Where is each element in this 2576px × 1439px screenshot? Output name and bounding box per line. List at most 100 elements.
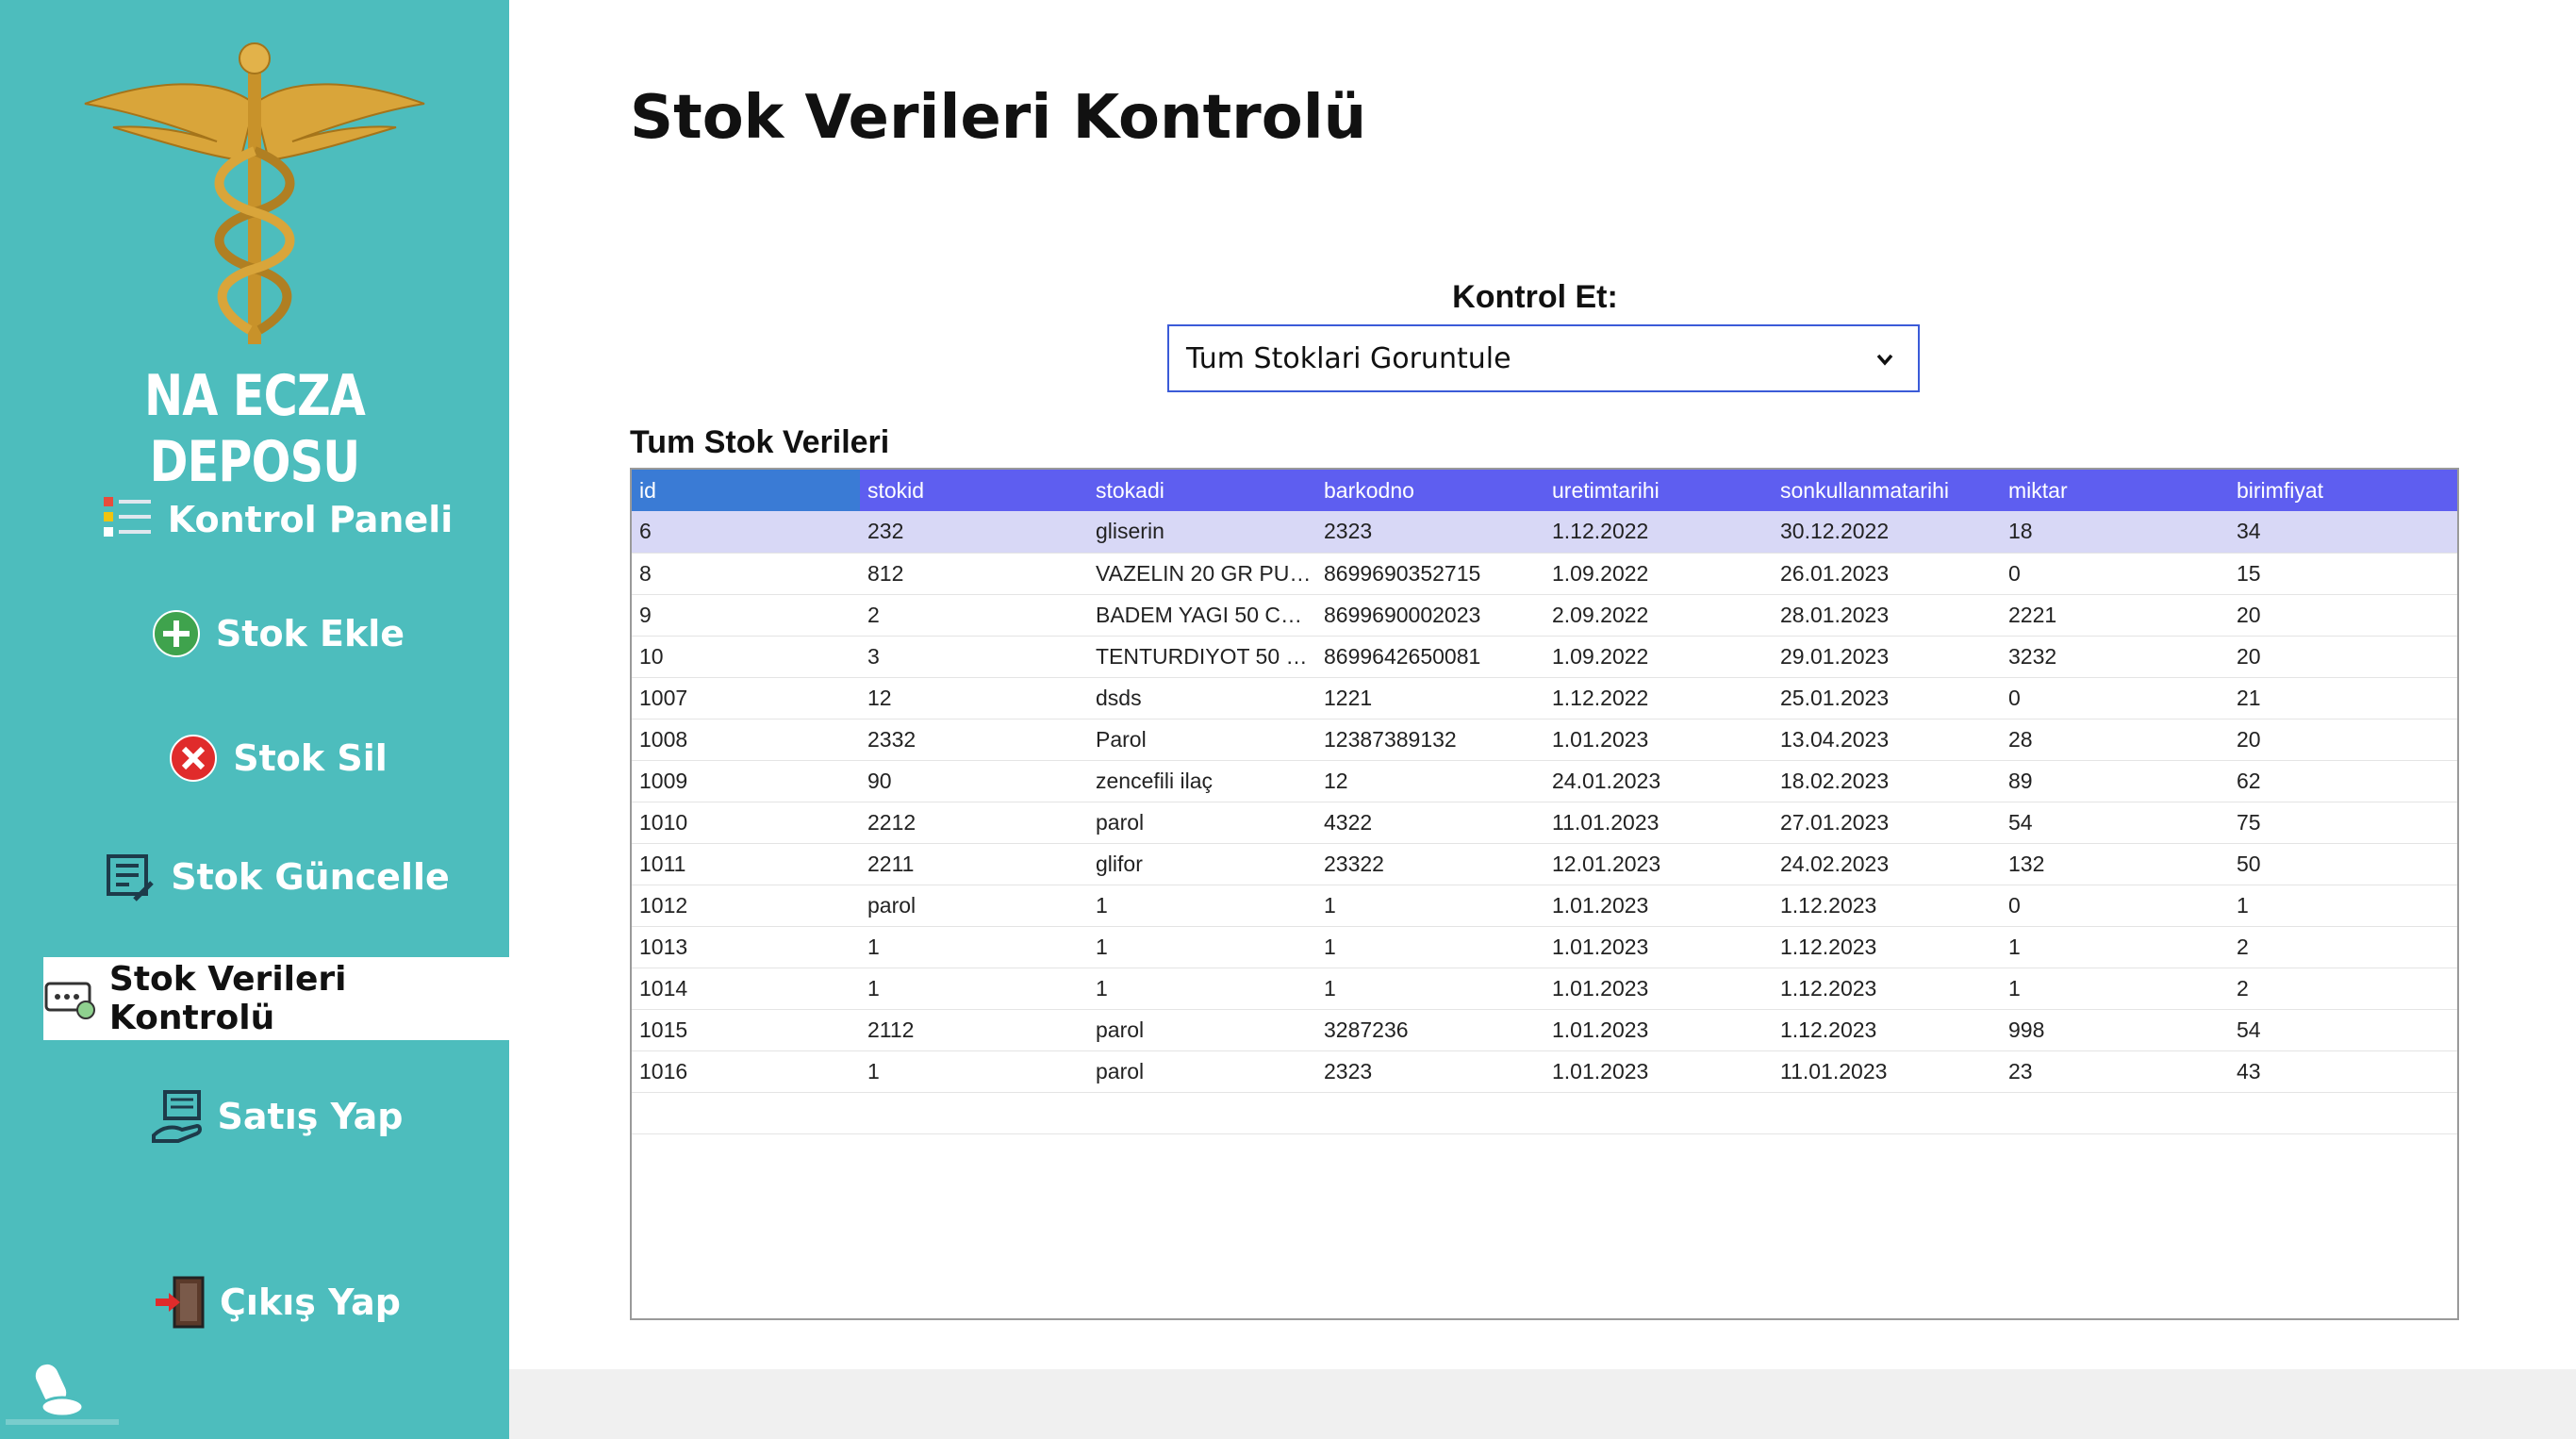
table-cell-barkodno[interactable]: 1221 <box>1316 677 1544 719</box>
table-cell-birimfiyat[interactable]: 2 <box>2229 926 2457 968</box>
table-cell-uretimtarihi[interactable]: 1.01.2023 <box>1544 1009 1773 1050</box>
table-cell-id[interactable]: 1016 <box>632 1050 860 1092</box>
stock-data-grid[interactable]: id stokid stokadi barkodno uretimtarihi sonku… <box>630 468 2459 1320</box>
table-cell-sonkullanmatarihi[interactable]: 11.01.2023 <box>1773 1050 2001 1092</box>
table-cell-barkodno[interactable]: 1 <box>1316 968 1544 1009</box>
table-cell-empty[interactable] <box>1088 1092 1316 1133</box>
sidebar-item-satis-yap[interactable]: Satış Yap <box>43 1075 509 1158</box>
table-cell-birimfiyat[interactable]: 34 <box>2229 511 2457 553</box>
table-cell-uretimtarihi[interactable]: 1.01.2023 <box>1544 968 1773 1009</box>
table-cell-stokadi[interactable]: dsds <box>1088 677 1316 719</box>
table-cell-sonkullanmatarihi[interactable]: 24.02.2023 <box>1773 843 2001 885</box>
column-header-birimfiyat[interactable]: birimfiyat <box>2229 470 2457 511</box>
table-cell-id[interactable]: 6 <box>632 511 860 553</box>
table-cell-barkodno[interactable]: 1 <box>1316 885 1544 926</box>
table-cell-miktar[interactable]: 89 <box>2001 760 2229 802</box>
table-cell-stokid[interactable]: 2332 <box>860 719 1088 760</box>
table-cell-miktar[interactable]: 0 <box>2001 677 2229 719</box>
table-row[interactable]: 1016 1 parol 2323 1.01.2023 11.01.2023 23 43 <box>632 1050 2457 1092</box>
table-row[interactable]: 1014 1 1 1 1.01.2023 1.12.2023 1 2 <box>632 968 2457 1009</box>
table-cell-uretimtarihi[interactable]: 1.12.2022 <box>1544 511 1773 553</box>
table-cell-birimfiyat[interactable]: 21 <box>2229 677 2457 719</box>
table-cell-sonkullanmatarihi[interactable]: 13.04.2023 <box>1773 719 2001 760</box>
table-cell-sonkullanmatarihi[interactable]: 25.01.2023 <box>1773 677 2001 719</box>
table-cell-stokid[interactable]: 232 <box>860 511 1088 553</box>
table-cell-sonkullanmatarihi[interactable]: 1.12.2023 <box>1773 1009 2001 1050</box>
table-cell-sonkullanmatarihi[interactable]: 30.12.2022 <box>1773 511 2001 553</box>
column-header-miktar[interactable]: miktar <box>2001 470 2229 511</box>
table-cell-uretimtarihi[interactable]: 1.01.2023 <box>1544 926 1773 968</box>
table-cell-miktar[interactable]: 0 <box>2001 553 2229 594</box>
table-row[interactable]: 6 232 gliserin 2323 1.12.2022 30.12.2022 18 34 <box>632 511 2457 553</box>
table-cell-stokid[interactable]: 812 <box>860 553 1088 594</box>
sidebar-item-stok-sil[interactable]: Stok Sil <box>43 717 509 800</box>
table-cell-uretimtarihi[interactable]: 1.01.2023 <box>1544 1050 1773 1092</box>
table-cell-stokadi[interactable]: parol <box>1088 1050 1316 1092</box>
table-cell-birimfiyat[interactable]: 20 <box>2229 719 2457 760</box>
table-cell-birimfiyat[interactable]: 15 <box>2229 553 2457 594</box>
table-cell-empty[interactable] <box>1773 1092 2001 1133</box>
table-cell-barkodno[interactable]: 12 <box>1316 760 1544 802</box>
table-cell-stokadi[interactable]: 1 <box>1088 926 1316 968</box>
table-cell-stokadi[interactable]: 1 <box>1088 885 1316 926</box>
table-cell-sonkullanmatarihi[interactable]: 1.12.2023 <box>1773 968 2001 1009</box>
table-cell-id[interactable]: 1015 <box>632 1009 860 1050</box>
table-cell-birimfiyat[interactable]: 20 <box>2229 636 2457 677</box>
column-header-stokadi[interactable]: stokadi <box>1088 470 1316 511</box>
table-cell-sonkullanmatarihi[interactable]: 28.01.2023 <box>1773 594 2001 636</box>
table-cell-stokid[interactable]: 2211 <box>860 843 1088 885</box>
table-cell-birimfiyat[interactable]: 62 <box>2229 760 2457 802</box>
table-cell-barkodno[interactable]: 2323 <box>1316 1050 1544 1092</box>
table-cell-stokadi[interactable]: 1 <box>1088 968 1316 1009</box>
table-cell-id[interactable]: 1008 <box>632 719 860 760</box>
table-row[interactable]: 1008 2332 Parol 12387389132 1.01.2023 13.04.2… <box>632 719 2457 760</box>
column-header-id[interactable]: id <box>632 470 860 511</box>
table-cell-birimfiyat[interactable]: 20 <box>2229 594 2457 636</box>
sidebar-item-stok-ekle[interactable]: Stok Ekle <box>43 592 509 675</box>
table-cell-birimfiyat[interactable]: 50 <box>2229 843 2457 885</box>
sidebar-item-kontrol-paneli[interactable]: Kontrol Paneli <box>43 478 509 561</box>
table-new-row[interactable] <box>632 1092 2457 1133</box>
table-row[interactable]: 10 3 TENTURDIYOT 50 M... 8699642650081 1.09.… <box>632 636 2457 677</box>
table-cell-stokadi[interactable]: VAZELIN 20 GR PUR... <box>1088 553 1316 594</box>
table-cell-empty[interactable] <box>1544 1092 1773 1133</box>
table-cell-stokadi[interactable]: parol <box>1088 802 1316 843</box>
column-header-stokid[interactable]: stokid <box>860 470 1088 511</box>
table-cell-uretimtarihi[interactable]: 1.12.2022 <box>1544 677 1773 719</box>
table-row[interactable]: 1015 2112 parol 3287236 1.01.2023 1.12.2023 99… <box>632 1009 2457 1050</box>
table-cell-uretimtarihi[interactable]: 1.09.2022 <box>1544 636 1773 677</box>
table-cell-stokadi[interactable]: TENTURDIYOT 50 M... <box>1088 636 1316 677</box>
table-cell-miktar[interactable]: 18 <box>2001 511 2229 553</box>
table-cell-barkodno[interactable]: 4322 <box>1316 802 1544 843</box>
table-cell-barkodno[interactable]: 3287236 <box>1316 1009 1544 1050</box>
column-header-uretimtarihi[interactable]: uretimtarihi <box>1544 470 1773 511</box>
table-cell-birimfiyat[interactable]: 43 <box>2229 1050 2457 1092</box>
table-cell-barkodno[interactable]: 8699642650081 <box>1316 636 1544 677</box>
table-cell-miktar[interactable]: 3232 <box>2001 636 2229 677</box>
table-cell-id[interactable]: 1014 <box>632 968 860 1009</box>
table-cell-sonkullanmatarihi[interactable]: 1.12.2023 <box>1773 885 2001 926</box>
table-cell-stokid[interactable]: 2 <box>860 594 1088 636</box>
table-cell-stokadi[interactable]: gliserin <box>1088 511 1316 553</box>
table-cell-id[interactable]: 9 <box>632 594 860 636</box>
table-cell-birimfiyat[interactable]: 2 <box>2229 968 2457 1009</box>
table-cell-stokid[interactable]: 2112 <box>860 1009 1088 1050</box>
table-row[interactable]: 1009 90 zencefili ilaç 12 24.01.2023 18.02.20… <box>632 760 2457 802</box>
table-cell-id[interactable]: 1011 <box>632 843 860 885</box>
table-cell-empty[interactable] <box>1316 1092 1544 1133</box>
table-cell-miktar[interactable]: 1 <box>2001 968 2229 1009</box>
table-cell-miktar[interactable]: 2221 <box>2001 594 2229 636</box>
table-cell-barkodno[interactable]: 23322 <box>1316 843 1544 885</box>
table-cell-stokadi[interactable]: zencefili ilaç <box>1088 760 1316 802</box>
table-cell-miktar[interactable]: 23 <box>2001 1050 2229 1092</box>
table-cell-stokadi[interactable]: glifor <box>1088 843 1316 885</box>
table-cell-id[interactable]: 1010 <box>632 802 860 843</box>
table-cell-id[interactable]: 8 <box>632 553 860 594</box>
table-row[interactable]: 1010 2212 parol 4322 11.01.2023 27.01.2023 54 7… <box>632 802 2457 843</box>
table-cell-stokid[interactable]: 12 <box>860 677 1088 719</box>
table-cell-stokadi[interactable]: Parol <box>1088 719 1316 760</box>
table-cell-miktar[interactable]: 1 <box>2001 926 2229 968</box>
sidebar-item-cikis-yap[interactable]: Çıkış Yap <box>43 1261 509 1344</box>
table-cell-barkodno[interactable]: 1 <box>1316 926 1544 968</box>
table-cell-miktar[interactable]: 54 <box>2001 802 2229 843</box>
